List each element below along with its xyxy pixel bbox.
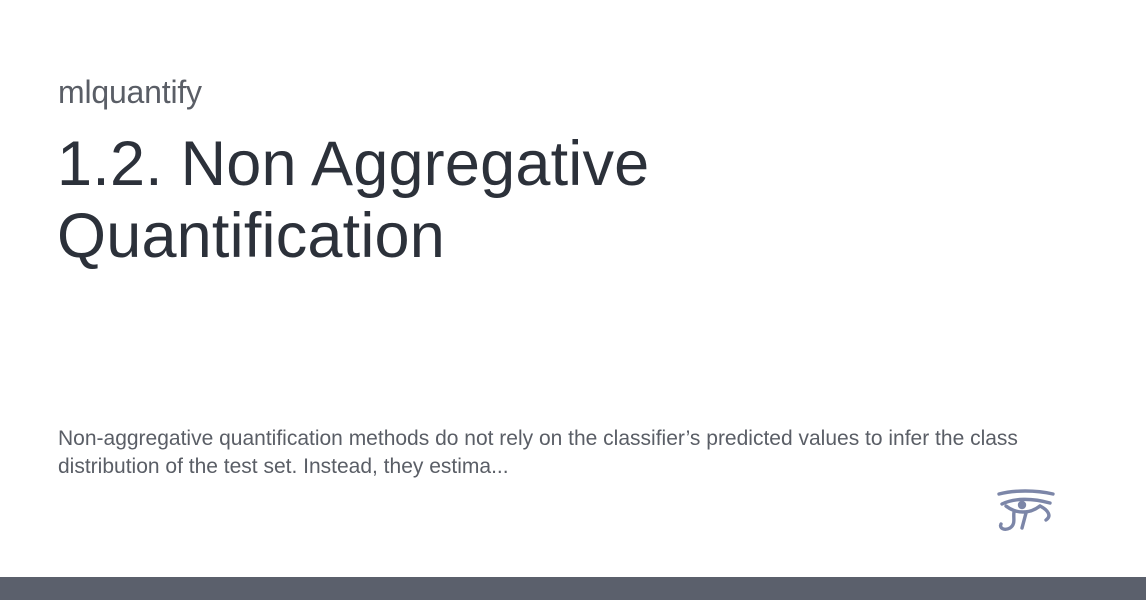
social-preview-card: mlquantify 1.2. Non Aggregative Quantifi… <box>0 0 1146 600</box>
site-name: mlquantify <box>58 74 202 110</box>
footer-bar <box>0 577 1146 600</box>
page-description: Non-aggregative quantification methods d… <box>58 427 1018 478</box>
page-title: 1.2. Non Aggregative Quantification <box>57 129 650 271</box>
eye-of-horus-icon <box>997 489 1055 531</box>
